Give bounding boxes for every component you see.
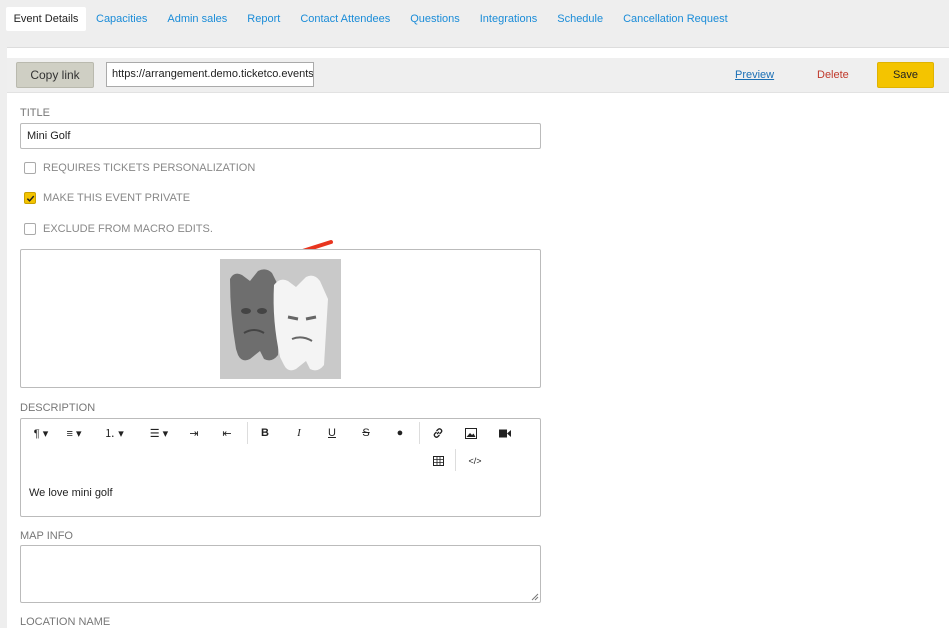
ordered-list-button[interactable]: ⒈ ▾ [97,419,131,447]
title-label: TITLE [20,107,50,119]
map-info-textarea[interactable] [20,545,541,603]
ticket-masks-image [220,259,341,379]
tab-capacities[interactable]: Capacities [86,7,157,31]
make-private-row[interactable]: MAKE THIS EVENT PRIVATE [24,192,190,204]
preview-link[interactable]: Preview [735,69,774,81]
copy-link-button[interactable]: Copy link [16,62,94,88]
theater-masks-icon [220,259,341,379]
toolbar-separator [247,422,248,444]
strikethrough-button[interactable]: S [358,419,374,447]
color-drop-icon[interactable]: ● [392,419,408,447]
requires-personalization-checkbox[interactable] [24,162,36,174]
outdent-button[interactable]: ⇤ [217,419,237,447]
description-label: DESCRIPTION [20,402,96,414]
tab-admin-sales[interactable]: Admin sales [157,7,237,31]
save-button[interactable]: Save [877,62,934,88]
toolbar-separator [419,422,420,444]
unordered-list-button[interactable]: ☰ ▾ [142,419,176,447]
description-editor[interactable]: ¶ ▾ ≡ ▾ ⒈ ▾ ☰ ▾ ⇥ ⇤ B I U S ● </> We lov… [20,418,541,517]
tab-schedule[interactable]: Schedule [547,7,613,31]
table-icon[interactable] [429,447,447,475]
checkmark-icon [26,195,34,202]
tab-contact-attendees[interactable]: Contact Attendees [290,7,400,31]
link-toolbar: Copy link https://arrangement.demo.ticke… [7,58,949,93]
tab-questions[interactable]: Questions [400,7,470,31]
underline-button[interactable]: U [324,419,340,447]
tab-cancellation-request[interactable]: Cancellation Request [613,7,738,31]
title-input[interactable]: Mini Golf [20,123,541,149]
link-icon[interactable] [429,419,447,447]
align-button[interactable]: ≡ ▾ [61,419,87,447]
resize-handle-icon[interactable] [531,593,539,601]
event-details-panel: Copy link https://arrangement.demo.ticke… [7,47,949,628]
indent-button[interactable]: ⇥ [184,419,204,447]
location-name-label: LOCATION NAME [20,616,111,628]
exclude-macro-checkbox[interactable] [24,223,36,235]
tab-integrations[interactable]: Integrations [470,7,547,31]
bold-button[interactable]: B [257,419,273,447]
italic-button[interactable]: I [291,419,307,447]
event-link-input[interactable]: https://arrangement.demo.ticketco.events [106,62,314,87]
map-info-label: MAP INFO [20,530,73,542]
image-icon[interactable] [462,419,480,447]
exclude-macro-row[interactable]: EXCLUDE FROM MACRO EDITS. [24,223,213,235]
tab-report[interactable]: Report [237,7,290,31]
toolbar-separator [455,449,456,471]
tab-bar: Event Details Capacities Admin sales Rep… [6,7,738,31]
exclude-macro-label: EXCLUDE FROM MACRO EDITS. [43,223,213,235]
event-image-box[interactable] [20,249,541,388]
requires-personalization-label: REQUIRES TICKETS PERSONALIZATION [43,162,256,174]
video-icon[interactable] [496,419,514,447]
make-private-checkbox[interactable] [24,192,36,204]
requires-personalization-row[interactable]: REQUIRES TICKETS PERSONALIZATION [24,162,255,174]
make-private-label: MAKE THIS EVENT PRIVATE [43,192,191,204]
description-text[interactable]: We love mini golf [29,487,113,499]
paragraph-style-button[interactable]: ¶ ▾ [29,419,53,447]
delete-link[interactable]: Delete [817,69,849,81]
tab-event-details[interactable]: Event Details [6,7,86,31]
code-view-icon[interactable]: </> [465,447,485,475]
